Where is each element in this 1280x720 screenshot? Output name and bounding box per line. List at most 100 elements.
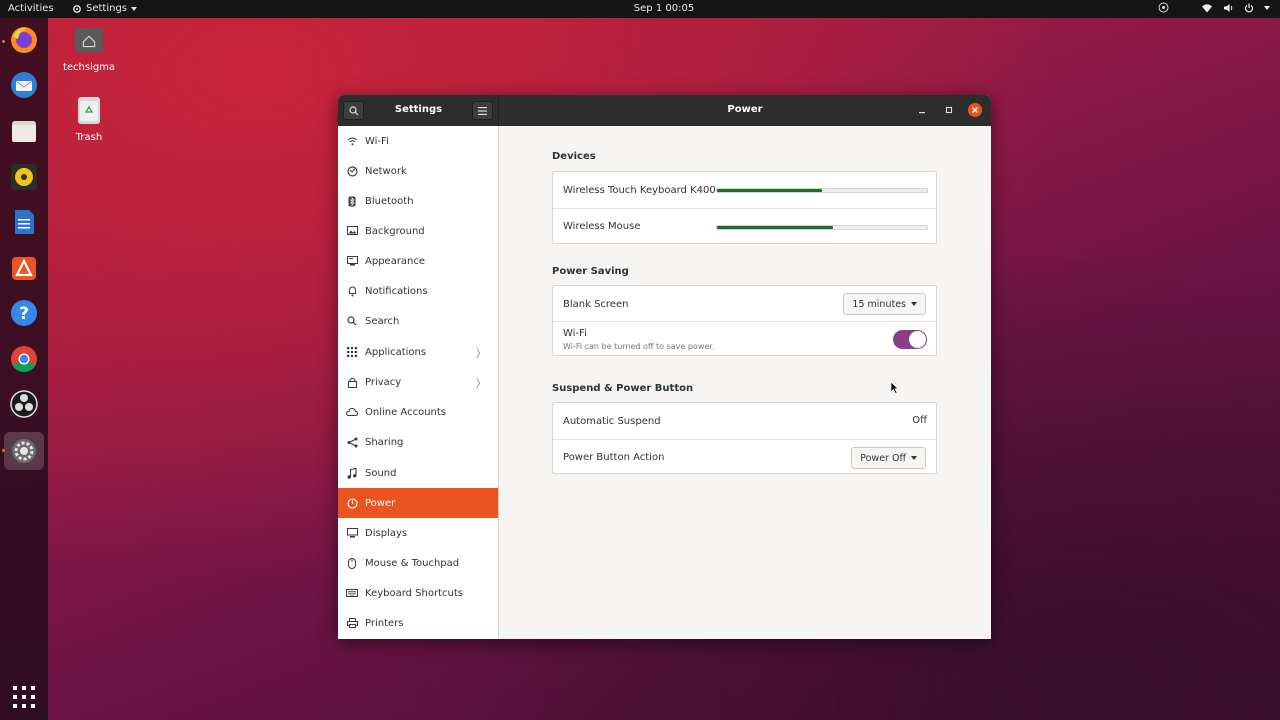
device-row: Wireless Mouse	[553, 208, 936, 244]
sidebar-item-label: Keyboard Shortcuts	[365, 587, 463, 599]
thunderbird-icon[interactable]	[9, 70, 39, 100]
sidebar-item-label: Printers	[365, 617, 404, 629]
sidebar-item-displays[interactable]: Displays	[338, 518, 498, 548]
firefox-icon[interactable]	[9, 25, 39, 55]
blank-screen-dropdown[interactable]: 15 minutes	[843, 293, 926, 315]
sidebar-item-mouse-touchpad[interactable]: Mouse & Touchpad	[338, 548, 498, 578]
keyboard-icon	[346, 587, 358, 599]
minimize-button[interactable]	[915, 103, 929, 117]
battery-level-fill	[717, 189, 822, 192]
sidebar-item-label: Power	[365, 497, 396, 509]
sidebar-item-online-accounts[interactable]: Online Accounts	[338, 397, 498, 427]
wifi-power-switch[interactable]	[893, 330, 927, 349]
sidebar-header: Settings	[338, 95, 499, 126]
obs-icon[interactable]	[9, 389, 39, 419]
chevron-right-icon: 〉	[476, 349, 486, 360]
sidebar-item-background[interactable]: Background	[338, 216, 498, 246]
minimize-icon	[919, 112, 925, 114]
section-title-suspend: Suspend & Power Button	[552, 383, 694, 394]
sidebar: Wi-Fi Network Bluetooth Background Appea…	[338, 126, 499, 639]
clock[interactable]: Sep 1 00:05	[0, 3, 1280, 14]
system-tray[interactable]	[1158, 2, 1270, 13]
chrome-icon[interactable]	[9, 344, 39, 374]
sidebar-item-label: Sound	[365, 467, 397, 479]
settings-window: Settings Power Wi-Fi Network Bluetooth B…	[338, 95, 991, 639]
sidebar-item-power[interactable]: Power	[338, 488, 498, 518]
maximize-icon	[945, 106, 953, 114]
wifi-power-description: Wi-Fi can be turned off to save power.	[563, 342, 715, 351]
power-icon	[1244, 3, 1254, 12]
sidebar-item-printers[interactable]: Printers	[338, 608, 498, 638]
software-icon[interactable]	[9, 253, 39, 283]
blank-screen-row: Blank Screen 15 minutes	[553, 286, 936, 322]
battery-level-fill	[717, 226, 833, 229]
sidebar-item-sound[interactable]: Sound	[338, 458, 498, 488]
wifi-power-label: Wi-Fi	[563, 328, 587, 339]
show-applications-icon[interactable]	[9, 682, 39, 712]
sidebar-item-label: Background	[365, 225, 425, 237]
sidebar-item-search[interactable]: Search	[338, 306, 498, 336]
background-icon	[346, 225, 358, 237]
search-icon	[346, 315, 358, 327]
blank-screen-value: 15 minutes	[852, 298, 906, 310]
bluetooth-icon	[346, 195, 358, 207]
libreoffice-writer-icon[interactable]	[9, 207, 39, 237]
section-title-devices: Devices	[552, 151, 596, 162]
desktop-trash-label: Trash	[75, 132, 103, 143]
power-icon	[346, 497, 358, 509]
music-note-icon	[346, 467, 358, 479]
menu-button[interactable]	[472, 101, 493, 120]
device-row: Wireless Touch Keyboard K400	[553, 172, 936, 208]
wifi-power-row: Wi-Fi Wi-Fi can be turned off to save po…	[553, 321, 936, 357]
desktop-home-folder[interactable]: techsigma	[54, 25, 124, 73]
sidebar-item-bluetooth[interactable]: Bluetooth	[338, 186, 498, 216]
sidebar-item-label: Privacy	[365, 376, 402, 388]
home-folder-icon	[74, 27, 104, 53]
sidebar-item-keyboard-shortcuts[interactable]: Keyboard Shortcuts	[338, 578, 498, 608]
close-icon	[972, 107, 978, 113]
sidebar-item-label: Bluetooth	[365, 195, 414, 207]
share-icon	[346, 436, 358, 448]
close-button[interactable]	[968, 103, 982, 117]
mouse-pointer-icon	[890, 381, 899, 394]
battery-level-bar	[716, 188, 928, 193]
power-button-row: Power Button Action Power Off	[553, 439, 936, 475]
sidebar-item-wifi[interactable]: Wi-Fi	[338, 126, 498, 156]
sidebar-item-label: Mouse & Touchpad	[365, 557, 460, 569]
sidebar-item-label: Search	[365, 315, 400, 327]
hamburger-menu-icon	[478, 106, 487, 115]
sidebar-item-sharing[interactable]: Sharing	[338, 427, 498, 457]
sidebar-item-privacy[interactable]: Privacy 〉	[338, 367, 498, 397]
sidebar-item-label: Wi-Fi	[365, 135, 389, 147]
rhythmbox-icon[interactable]	[9, 162, 39, 192]
display-icon	[346, 527, 358, 539]
battery-level-bar	[716, 225, 928, 230]
power-button-label: Power Button Action	[563, 452, 665, 463]
sidebar-item-appearance[interactable]: Appearance	[338, 246, 498, 276]
help-icon[interactable]: ?	[9, 298, 39, 328]
network-icon	[346, 165, 358, 177]
sidebar-item-notifications[interactable]: Notifications	[338, 276, 498, 306]
sidebar-item-label: Displays	[365, 527, 408, 539]
sidebar-item-network[interactable]: Network	[338, 156, 498, 186]
suspend-list: Automatic Suspend Off Power Button Actio…	[552, 402, 937, 474]
settings-icon[interactable]	[4, 432, 44, 470]
desktop-trash[interactable]: Trash	[54, 95, 124, 143]
chevron-right-icon: 〉	[476, 379, 486, 390]
files-icon[interactable]	[9, 116, 39, 146]
printer-icon	[346, 617, 358, 629]
top-bar: Activities Settings Sep 1 00:05	[0, 0, 1280, 18]
sidebar-item-label: Appearance	[365, 255, 426, 267]
caret-down-icon	[911, 456, 917, 460]
sidebar-item-applications[interactable]: Applications 〉	[338, 337, 498, 367]
lock-icon	[346, 376, 358, 388]
automatic-suspend-row[interactable]: Automatic Suspend Off	[553, 403, 936, 439]
desktop-home-label: techsigma	[62, 62, 116, 73]
bell-icon	[346, 285, 358, 297]
power-panel: Devices Wireless Touch Keyboard K400 Wir…	[499, 126, 991, 639]
maximize-button[interactable]	[942, 103, 956, 117]
sidebar-item-label: Applications	[365, 346, 427, 358]
power-button-dropdown[interactable]: Power Off	[851, 447, 926, 469]
cloud-icon	[346, 406, 358, 418]
device-name: Wireless Touch Keyboard K400	[563, 184, 716, 196]
